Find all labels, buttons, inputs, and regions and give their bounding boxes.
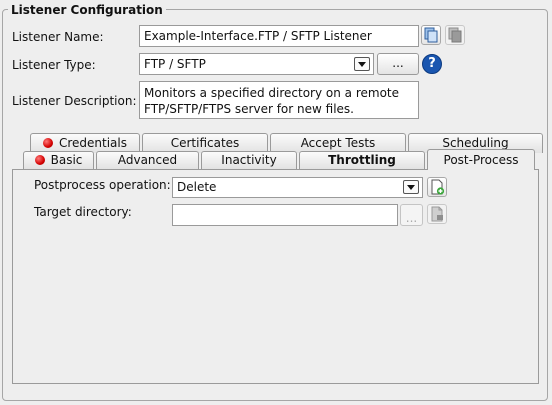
tab-inactivity[interactable]: Inactivity bbox=[201, 151, 297, 169]
new-file-button[interactable] bbox=[427, 177, 447, 197]
postprocess-operation-value: Delete bbox=[177, 180, 217, 194]
tab-label: Inactivity bbox=[221, 153, 277, 167]
tab-label: Certificates bbox=[170, 136, 240, 150]
target-directory-label: Target directory: bbox=[34, 205, 132, 219]
tab-label: Post-Process bbox=[443, 153, 519, 167]
listener-description-label: Listener Description: bbox=[12, 94, 137, 108]
file-icon bbox=[431, 206, 443, 222]
tab-credentials[interactable]: Credentials bbox=[30, 133, 140, 153]
tab-label: Accept Tests bbox=[300, 136, 376, 150]
tab-accept-tests[interactable]: Accept Tests bbox=[270, 133, 406, 153]
paste-icon bbox=[448, 27, 462, 43]
listener-type-browse-button[interactable]: ... bbox=[377, 53, 419, 75]
tab-certificates[interactable]: Certificates bbox=[142, 133, 268, 153]
post-process-panel: Postprocess operation: Delete Target dir… bbox=[12, 169, 539, 384]
listener-type-select[interactable]: FTP / SFTP bbox=[139, 53, 374, 75]
listener-name-label: Listener Name: bbox=[12, 30, 104, 44]
paste-button[interactable] bbox=[445, 25, 465, 45]
tab-basic[interactable]: Basic bbox=[23, 151, 94, 169]
description-line-1: Monitors a specified directory on a remo… bbox=[144, 86, 400, 100]
error-icon bbox=[42, 138, 53, 148]
target-directory-browse-button[interactable]: ... bbox=[400, 204, 423, 226]
listener-description-input[interactable]: Monitors a specified directory on a remo… bbox=[139, 81, 419, 119]
description-line-2: FTP/SFTP/FTPS server for new files. bbox=[144, 102, 354, 116]
tab-label: Throttling bbox=[328, 153, 396, 167]
listener-type-label: Listener Type: bbox=[12, 58, 96, 72]
tab-label: Basic bbox=[50, 153, 83, 167]
tab-post-process[interactable]: Post-Process bbox=[427, 149, 535, 170]
postprocess-operation-label: Postprocess operation: bbox=[34, 178, 171, 192]
add-file-icon bbox=[431, 179, 445, 195]
tab-label: Advanced bbox=[117, 153, 178, 167]
tab-throttling[interactable]: Throttling bbox=[299, 151, 425, 169]
copy-icon bbox=[424, 27, 438, 43]
chevron-down-icon[interactable] bbox=[354, 57, 370, 71]
listener-type-value: FTP / SFTP bbox=[144, 57, 206, 71]
target-file-button[interactable] bbox=[427, 204, 447, 224]
group-title: Listener Configuration bbox=[8, 3, 166, 17]
copy-button[interactable] bbox=[421, 25, 441, 45]
postprocess-operation-select[interactable]: Delete bbox=[172, 177, 423, 198]
help-icon[interactable]: ? bbox=[422, 54, 442, 74]
tab-label: Credentials bbox=[58, 136, 127, 150]
target-directory-input[interactable] bbox=[172, 204, 398, 226]
listener-name-input[interactable]: Example-Interface.FTP / SFTP Listener bbox=[139, 25, 419, 47]
tab-advanced[interactable]: Advanced bbox=[96, 151, 199, 169]
tab-label: Scheduling bbox=[442, 136, 509, 150]
chevron-down-icon[interactable] bbox=[403, 180, 419, 194]
error-icon bbox=[34, 155, 45, 165]
